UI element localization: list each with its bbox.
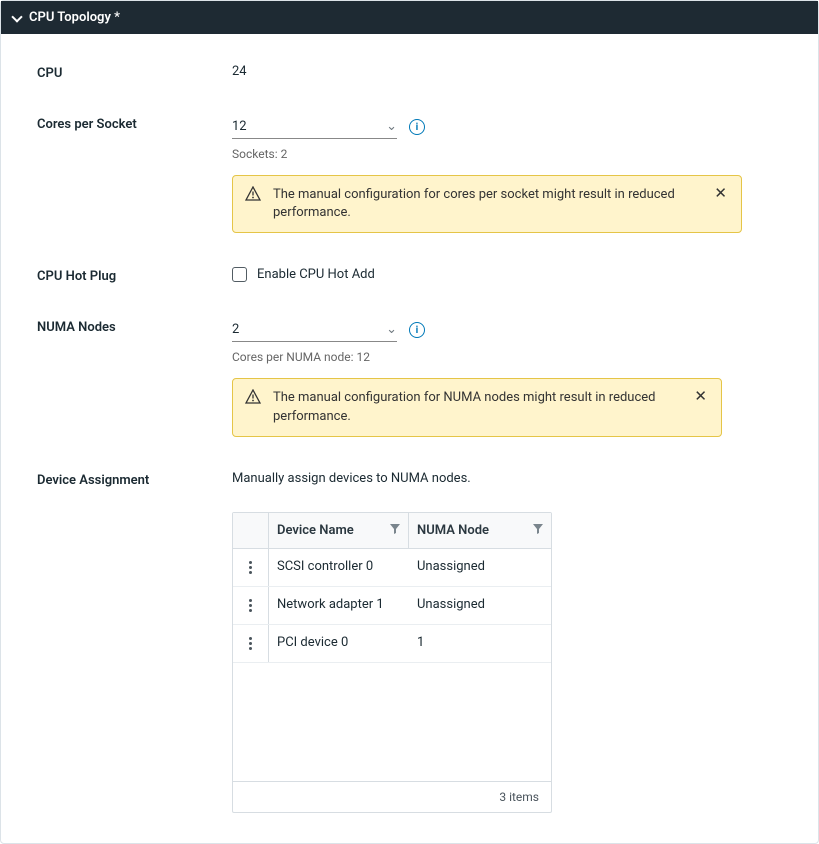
cpu-topology-panel: CPU Topology * CPU 24 Cores per Socket 1… <box>0 0 819 844</box>
warning-icon <box>245 186 261 202</box>
device-name-cell: PCI device 0 <box>269 625 409 662</box>
filter-icon[interactable] <box>533 523 543 538</box>
numa-node-cell: Unassigned <box>409 587 551 624</box>
device-row: Device Assignment Manually assign device… <box>37 471 782 813</box>
device-table: Device Name NUMA Node <box>232 512 552 813</box>
cpu-value: 24 <box>232 64 782 79</box>
sockets-help: Sockets: 2 <box>232 147 782 161</box>
table-header: Device Name NUMA Node <box>233 513 551 549</box>
panel-title: CPU Topology * <box>29 10 120 25</box>
table-row: Network adapter 1 Unassigned <box>233 587 551 625</box>
info-icon[interactable]: i <box>409 119 425 135</box>
panel-body: CPU 24 Cores per Socket 12 ⌄ i Sockets: … <box>1 34 818 843</box>
close-icon[interactable]: ✕ <box>712 186 729 201</box>
device-label: Device Assignment <box>37 471 232 488</box>
hotplug-checkbox-label: Enable CPU Hot Add <box>257 267 375 282</box>
filter-icon[interactable] <box>390 523 400 538</box>
cpu-row: CPU 24 <box>37 64 782 81</box>
chevron-down-icon <box>11 11 22 22</box>
cores-select-value: 12 <box>232 119 247 134</box>
numa-label: NUMA Nodes <box>37 318 232 335</box>
cores-warning-alert: The manual configuration for cores per s… <box>232 175 742 233</box>
table-body: SCSI controller 0 Unassigned Network ada… <box>233 549 551 781</box>
numa-node-cell: 1 <box>409 625 551 662</box>
cores-warning-text: The manual configuration for cores per s… <box>273 186 700 222</box>
table-footer: 3 items <box>233 781 551 812</box>
cpu-label: CPU <box>37 64 232 81</box>
panel-header[interactable]: CPU Topology * <box>1 1 818 34</box>
numa-cores-help: Cores per NUMA node: 12 <box>232 350 782 364</box>
numa-warning-text: The manual configuration for NUMA nodes … <box>273 389 680 425</box>
hotplug-row: CPU Hot Plug Enable CPU Hot Add <box>37 267 782 284</box>
numa-warning-alert: The manual configuration for NUMA nodes … <box>232 378 722 436</box>
table-row: PCI device 0 1 <box>233 625 551 663</box>
device-name-cell: SCSI controller 0 <box>269 549 409 586</box>
row-actions-icon[interactable] <box>247 559 254 576</box>
device-description: Manually assign devices to NUMA nodes. <box>232 471 782 486</box>
row-actions-icon[interactable] <box>247 635 254 652</box>
caret-down-icon: ⌄ <box>386 322 397 337</box>
actions-column-header <box>233 513 269 548</box>
cores-select[interactable]: 12 ⌄ <box>232 115 397 139</box>
device-name-column-header: Device Name <box>269 513 409 548</box>
hotplug-checkbox[interactable] <box>232 267 247 282</box>
table-row: SCSI controller 0 Unassigned <box>233 549 551 587</box>
hotplug-label: CPU Hot Plug <box>37 267 232 284</box>
cores-label: Cores per Socket <box>37 115 232 132</box>
close-icon[interactable]: ✕ <box>692 389 709 404</box>
caret-down-icon: ⌄ <box>386 119 397 134</box>
warning-icon <box>245 389 261 405</box>
cores-row: Cores per Socket 12 ⌄ i Sockets: 2 The m… <box>37 115 782 233</box>
numa-select[interactable]: 2 ⌄ <box>232 318 397 342</box>
device-name-cell: Network adapter 1 <box>269 587 409 624</box>
numa-node-column-header: NUMA Node <box>409 513 551 548</box>
numa-row: NUMA Nodes 2 ⌄ i Cores per NUMA node: 12… <box>37 318 782 436</box>
info-icon[interactable]: i <box>409 322 425 338</box>
numa-select-value: 2 <box>232 322 239 337</box>
numa-node-cell: Unassigned <box>409 549 551 586</box>
row-actions-icon[interactable] <box>247 597 254 614</box>
